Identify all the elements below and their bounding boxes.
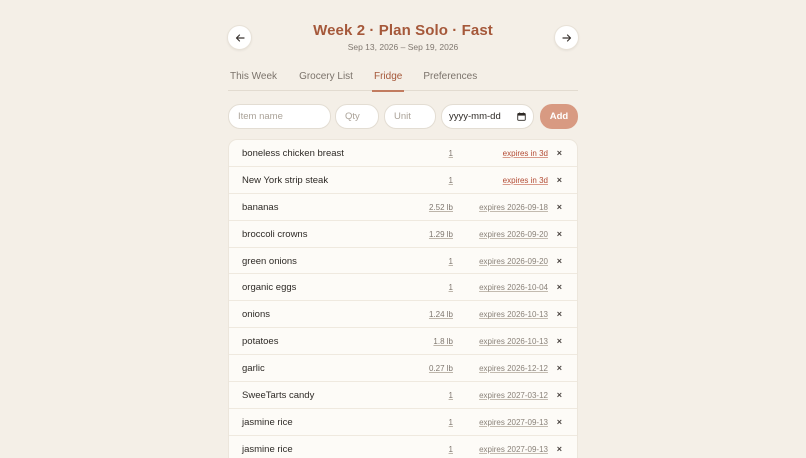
list-item: garlic 0.27 lb expires 2026-12-12 × (229, 355, 577, 383)
tab-bar: This Week Grocery List Fridge Preference… (228, 68, 578, 92)
item-name-input[interactable] (228, 104, 331, 129)
item-name: bananas (242, 201, 279, 213)
list-item: jasmine rice 1 expires 2027-09-13 × (229, 436, 577, 458)
item-name: broccoli crowns (242, 228, 308, 240)
item-quantity[interactable]: 1 (449, 418, 453, 427)
item-name: garlic (242, 363, 265, 375)
delete-icon[interactable]: × (557, 363, 562, 373)
delete-icon[interactable]: × (557, 390, 562, 400)
item-expiry[interactable]: expires in 3d (503, 176, 548, 185)
delete-icon[interactable]: × (557, 282, 562, 292)
item-name: jasmine rice (242, 416, 293, 428)
item-quantity[interactable]: 1 (449, 257, 453, 266)
item-expiry[interactable]: expires 2026-10-04 (479, 283, 548, 292)
item-expiry[interactable]: expires in 3d (503, 149, 548, 158)
item-expiry[interactable]: expires 2026-12-12 (479, 364, 548, 373)
week-date-range: Sep 13, 2026 – Sep 19, 2026 (347, 42, 459, 52)
list-item: jasmine rice 1 expires 2027-09-13 × (229, 409, 577, 436)
item-quantity[interactable]: 1.29 lb (429, 230, 453, 239)
tab-fridge[interactable]: Fridge (371, 68, 405, 92)
item-quantity[interactable]: 1 (449, 391, 453, 400)
fridge-page: Week 2 · Plan Solo · Fast Sep 13, 2026 –… (0, 0, 806, 458)
quantity-input[interactable] (335, 104, 379, 129)
item-quantity[interactable]: 2.52 lb (429, 203, 453, 212)
item-quantity[interactable]: 1 (449, 176, 453, 185)
item-expiry[interactable]: expires 2026-09-18 (479, 203, 548, 212)
delete-icon[interactable]: × (557, 256, 562, 266)
list-item: green onions 1 expires 2026-09-20 × (229, 248, 577, 275)
list-item: boneless chicken breast 1 expires in 3d × (229, 140, 577, 167)
delete-icon[interactable]: × (557, 309, 562, 319)
list-item: potatoes 1.8 lb expires 2026-10-13 × (229, 328, 577, 356)
item-name: boneless chicken breast (242, 148, 344, 159)
item-name: SweeTarts candy (242, 390, 315, 402)
item-expiry[interactable]: expires 2026-09-20 (479, 230, 548, 239)
expiry-date-input[interactable]: yyyy-mm-dd (441, 104, 534, 129)
item-quantity[interactable]: 1 (449, 149, 453, 158)
item-name: organic eggs (242, 282, 297, 294)
item-quantity[interactable]: 1 (449, 283, 453, 292)
item-quantity[interactable]: 1.8 lb (433, 337, 453, 346)
list-item: organic eggs 1 expires 2026-10-04 × (229, 274, 577, 302)
item-quantity[interactable]: 0.27 lb (429, 364, 453, 373)
delete-icon[interactable]: × (557, 444, 562, 454)
tab-preferences[interactable]: Preferences (423, 68, 477, 91)
item-expiry[interactable]: expires 2026-09-20 (479, 257, 548, 266)
item-name: green onions (242, 255, 297, 267)
item-expiry[interactable]: expires 2027-09-13 (479, 445, 548, 454)
item-expiry[interactable]: expires 2027-03-12 (479, 391, 548, 400)
list-item: broccoli crowns 1.29 lb expires 2026-09-20… (229, 221, 577, 248)
item-name: jasmine rice (242, 443, 293, 455)
list-item: onions 1.24 lb expires 2026-10-13 × (229, 301, 577, 329)
item-expiry[interactable]: expires 2026-10-13 (479, 310, 548, 319)
delete-icon[interactable]: × (557, 202, 562, 212)
arrow-left-icon (235, 33, 245, 42)
delete-icon[interactable]: × (557, 336, 562, 346)
item-name: New York strip steak (242, 174, 329, 186)
delete-icon[interactable]: × (557, 175, 562, 185)
next-week-button[interactable] (554, 25, 579, 50)
list-item: SweeTarts candy 1 expires 2027-03-12 × (229, 382, 577, 409)
item-name: potatoes (242, 336, 279, 348)
list-item: bananas 2.52 lb expires 2026-09-18 × (229, 194, 577, 221)
delete-icon[interactable]: × (557, 417, 562, 427)
arrow-right-icon (561, 33, 571, 42)
item-expiry[interactable]: expires 2026-10-13 (479, 337, 548, 346)
add-item-button[interactable]: Add (540, 104, 578, 129)
tab-grocery-list[interactable]: Grocery List (299, 68, 353, 91)
tab-this-week[interactable]: This Week (230, 68, 277, 91)
item-quantity[interactable]: 1.24 lb (429, 310, 453, 319)
unit-input[interactable] (384, 104, 436, 129)
previous-week-button[interactable] (227, 25, 252, 50)
delete-icon[interactable]: × (557, 148, 562, 158)
item-name: onions (242, 309, 270, 321)
page-title: Week 2 · Plan Solo · Fast (313, 22, 493, 39)
item-expiry[interactable]: expires 2027-09-13 (479, 418, 548, 427)
list-item: New York strip steak 1 expires in 3d × (229, 167, 577, 194)
item-quantity[interactable]: 1 (449, 445, 453, 454)
delete-icon[interactable]: × (557, 229, 562, 239)
calendar-icon[interactable] (517, 112, 526, 121)
fridge-item-list: boneless chicken breast 1 expires in 3d × Ne… (228, 139, 578, 458)
date-placeholder: yyyy-mm-dd (449, 111, 501, 122)
